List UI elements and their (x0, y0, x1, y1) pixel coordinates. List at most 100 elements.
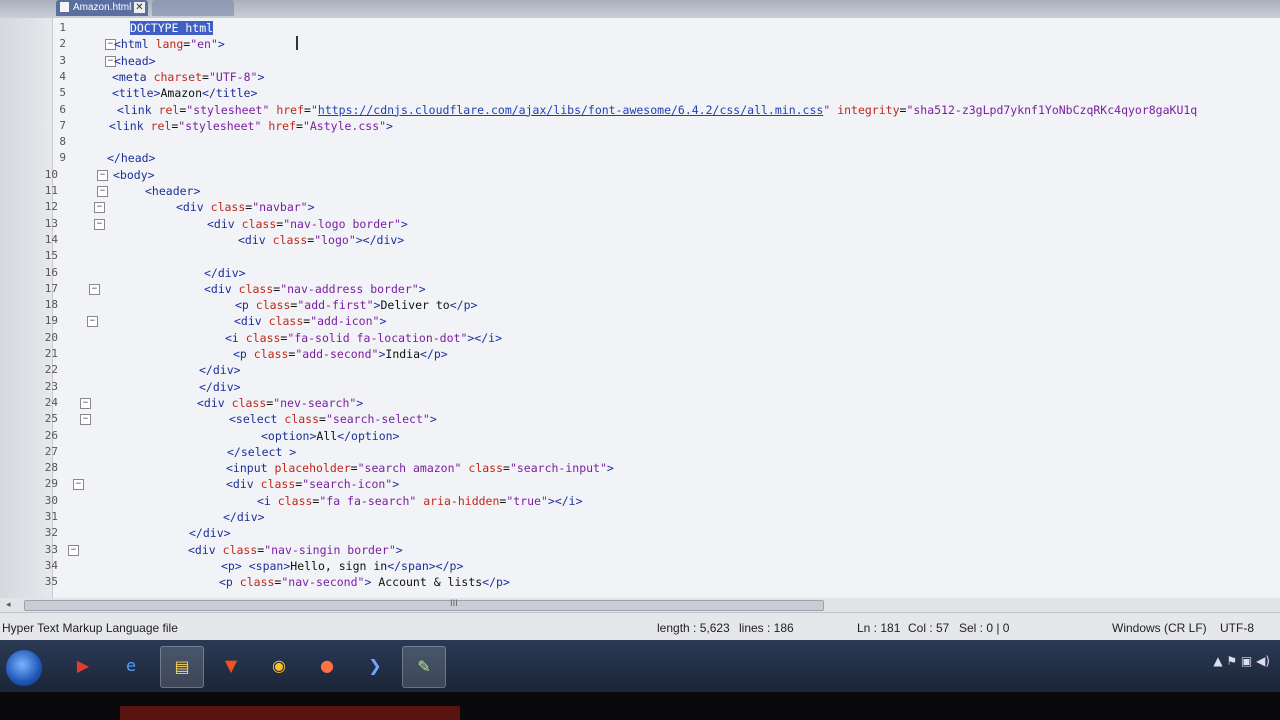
line-number: 11 (44, 184, 58, 197)
horizontal-scrollbar[interactable]: ◂ III (0, 598, 1280, 612)
code-line[interactable]: 8 (0, 134, 1280, 150)
fold-toggle-icon[interactable]: − (94, 218, 105, 230)
code-editor[interactable]: 1 DOCTYPE html 2− <html lang="en"> 3− <head> 4… (0, 18, 1280, 598)
fold-toggle-icon[interactable]: − (97, 186, 108, 197)
code-line[interactable]: 2− <html lang="en"> (0, 36, 1280, 52)
code-text: <input placeholder="search amazon" class… (226, 461, 614, 476)
line-number: 12 (44, 200, 58, 214)
scroll-left-arrow-icon[interactable]: ◂ (6, 600, 11, 610)
code-line[interactable]: 12 − <div class="navbar"> (0, 199, 1280, 215)
taskbar: ▶ e ▤ ▼ ◉ ● ❯ ✎ ▲ ⚑ ▣ ◀) (0, 640, 1280, 692)
youtube-app-icon[interactable]: ▶ (62, 646, 104, 686)
code-line[interactable]: 29 − <div class="search-icon"> (0, 476, 1280, 492)
tab-second[interactable] (152, 0, 234, 16)
fold-toggle-icon[interactable]: − (94, 202, 105, 214)
line-number: 27 (44, 444, 58, 458)
explorer-app-icon[interactable]: ▤ (160, 646, 204, 688)
line-number: 20 (44, 330, 58, 344)
fold-toggle-icon[interactable]: − (89, 283, 100, 295)
line-number: 31 (44, 510, 58, 523)
line-number: 25 (44, 412, 58, 426)
code-text: </div> (199, 363, 241, 378)
code-line[interactable]: 17 − <div class="nav-address border"> (0, 281, 1280, 297)
code-line[interactable]: 32 </div> (0, 525, 1280, 541)
vscode-app-icon[interactable]: ❯ (354, 646, 396, 686)
code-text: <head> (114, 53, 156, 68)
code-line[interactable]: 30 <i class="fa fa-search" aria-hidden="t… (0, 493, 1280, 509)
brave-app-icon[interactable]: ▼ (210, 646, 252, 686)
scrollbar-grip: III (450, 599, 458, 609)
code-line[interactable]: 25 − <select class="search-select"> (0, 411, 1280, 427)
line-number: 9 (59, 151, 66, 165)
code-text: <p class="add-second">India</p> (233, 347, 448, 361)
line-number: 18 (44, 298, 58, 312)
code-line[interactable]: 5 <title>Amazon</title> (0, 85, 1280, 101)
code-line[interactable]: 22 </div> (0, 362, 1280, 378)
code-line[interactable]: 28 <input placeholder="search amazon" cla… (0, 460, 1280, 476)
code-line[interactable]: 7 <link rel="stylesheet" href="Astyle.css… (0, 118, 1280, 134)
code-line[interactable]: 15 (0, 248, 1280, 264)
line-number: 30 (44, 493, 58, 507)
code-text: <p class="nav-second"> Account & lists</… (219, 575, 510, 590)
code-line[interactable]: 9 </head> (0, 150, 1280, 166)
start-button[interactable] (6, 650, 42, 686)
line-number: 4 (59, 69, 66, 83)
notepadpp-app-icon[interactable]: ✎ (402, 646, 446, 688)
code-line[interactable]: 20 <i class="fa-solid fa-location-dot"></… (0, 330, 1280, 346)
line-number: 26 (44, 428, 58, 442)
fold-toggle-icon[interactable]: − (80, 414, 91, 426)
code-line[interactable]: 11 − <header> (0, 183, 1280, 199)
fold-toggle-icon[interactable]: − (73, 479, 84, 491)
code-line[interactable]: 19 − <div class="add-icon"> (0, 313, 1280, 329)
fold-toggle-icon[interactable]: − (80, 397, 91, 409)
code-line[interactable]: 21 <p class="add-second">India</p> (0, 346, 1280, 362)
line-number: 34 (44, 558, 58, 572)
tab-amazon-html[interactable]: Amazon.html ✕ (56, 0, 148, 16)
code-line[interactable]: 27 </select > (0, 444, 1280, 460)
code-line[interactable]: 23 </div> (0, 379, 1280, 395)
code-line[interactable]: 14 <div class="logo"></div> (0, 232, 1280, 248)
code-text: </select > (227, 444, 297, 459)
fold-toggle-icon[interactable]: − (97, 169, 108, 181)
code-line[interactable]: 26 <option>All</option> (0, 428, 1280, 444)
code-text: <p class="add-first">Deliver to</p> (235, 298, 478, 313)
code-line[interactable]: 4 <meta charset="UTF-8"> (0, 69, 1280, 85)
line-number: 19 (44, 314, 58, 328)
status-encoding[interactable]: UTF-8 (1220, 621, 1254, 635)
line-number: 29 (44, 477, 58, 491)
code-line[interactable]: 18 <p class="add-first">Deliver to</p> (0, 297, 1280, 313)
chrome-app-icon[interactable]: ◉ (258, 646, 300, 686)
code-line[interactable]: 13 − <div class="nav-logo border"> (0, 216, 1280, 232)
status-selection: Sel : 0 | 0 (959, 621, 1010, 635)
status-eol[interactable]: Windows (CR LF) (1112, 621, 1207, 635)
code-text: <div class="add-icon"> (234, 314, 387, 329)
code-line[interactable]: 33− <div class="nav-singin border"> (0, 542, 1280, 558)
text-cursor (296, 36, 298, 50)
code-text: <link rel="stylesheet" href="https://cdn… (117, 102, 1198, 117)
code-line[interactable]: 24 − <div class="nev-search"> (0, 395, 1280, 411)
line-number: 15 (44, 249, 58, 263)
scrollbar-thumb[interactable]: III (24, 599, 824, 611)
code-text: <i class="fa fa-search" aria-hidden="tru… (257, 493, 583, 508)
status-line-number: Ln : 181 (857, 621, 901, 635)
code-line[interactable]: 35 <p class="nav-second"> Account & lists… (0, 574, 1280, 590)
firefox-app-icon[interactable]: ● (306, 646, 348, 686)
ie-app-icon[interactable]: e (110, 646, 152, 686)
line-number: 23 (44, 379, 58, 393)
code-line[interactable]: 31 </div> (0, 509, 1280, 525)
fold-toggle-icon[interactable]: − (87, 316, 98, 328)
code-line[interactable]: 16 </div> (0, 265, 1280, 281)
tab-label: Amazon.html (73, 2, 132, 13)
fold-toggle-icon[interactable]: − (68, 544, 79, 556)
code-line[interactable]: 34 <p> <span>Hello, sign in</span></p> (0, 558, 1280, 574)
system-tray[interactable]: ▲ ⚑ ▣ ◀) (1213, 654, 1270, 668)
code-line[interactable]: 3− <head> (0, 53, 1280, 69)
close-icon[interactable]: ✕ (134, 2, 145, 13)
line-number: 33 (44, 542, 58, 556)
line-number: 28 (44, 461, 58, 475)
code-line[interactable]: 10 − <body> (0, 167, 1280, 183)
line-number: 8 (59, 135, 66, 149)
code-line[interactable]: 6 <link rel="stylesheet" href="https://cd… (0, 102, 1280, 118)
code-line[interactable]: 1 DOCTYPE html (0, 20, 1280, 36)
line-number: 21 (44, 347, 58, 360)
